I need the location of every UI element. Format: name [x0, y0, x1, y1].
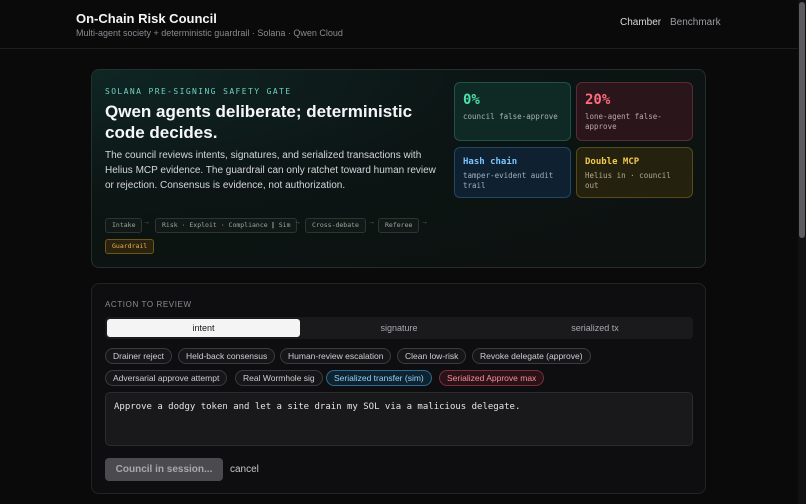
action-panel: ACTION TO REVIEW intent signature serial…	[91, 283, 706, 494]
cancel-button[interactable]: cancel	[230, 464, 259, 475]
pipeline-arrow: →	[421, 219, 428, 226]
preset-serialized-approve-max[interactable]: Serialized Approve max	[439, 370, 545, 386]
stat-value: 20%	[585, 92, 611, 108]
stat-value: Double MCP	[585, 157, 640, 167]
preset-adversarial-approve[interactable]: Adversarial approve attempt	[105, 370, 228, 386]
hero-kicker: SOLANA PRE-SIGNING SAFETY GATE	[105, 87, 292, 96]
top-bar: On-Chain Risk Council Multi-agent societ…	[0, 0, 798, 49]
pipeline-arrow: →	[368, 219, 375, 226]
tab-signature[interactable]: signature	[301, 319, 497, 337]
hero-title: Qwen agents deliberate; deterministic co…	[105, 102, 413, 142]
pipeline-arrow: →	[294, 219, 301, 226]
stat-double-mcp: Double MCP Helius in · council out	[576, 147, 693, 198]
stat-label: council false-approve	[463, 112, 558, 121]
pipeline-step-referee: Referee	[378, 218, 420, 233]
scrollbar[interactable]	[798, 0, 806, 504]
preset-clean-low-risk[interactable]: Clean low-risk	[397, 348, 467, 364]
action-input[interactable]: Approve a dodgy token and let a site dra…	[105, 392, 693, 446]
hero-card: SOLANA PRE-SIGNING SAFETY GATE Qwen agen…	[91, 69, 706, 268]
stat-hash-chain: Hash chain tamper-evident audit trail	[454, 147, 571, 198]
submit-button[interactable]: Council in session...	[105, 458, 223, 481]
stat-value: 0%	[463, 92, 480, 108]
stat-label: lone-agent false-approve	[585, 112, 662, 131]
nav-chamber[interactable]: Chamber	[620, 17, 661, 28]
nav-benchmark[interactable]: Benchmark	[670, 17, 721, 28]
preset-human-review-escalation[interactable]: Human-review escalation	[280, 348, 392, 364]
hero-description: The council reviews intents, signatures,…	[105, 150, 436, 191]
pipeline-step-intake: Intake	[105, 218, 143, 233]
input-mode-tabs: intent signature serialized tx	[105, 317, 693, 339]
action-label: ACTION TO REVIEW	[105, 300, 192, 309]
pipeline-step-guardrail: Guardrail	[105, 239, 155, 254]
tab-serialized-tx[interactable]: serialized tx	[497, 319, 693, 337]
pipeline-arrow: →	[143, 219, 150, 226]
preset-real-wormhole-sig[interactable]: Real Wormhole sig	[235, 370, 323, 386]
preset-serialized-transfer[interactable]: Serialized transfer (sim)	[326, 370, 432, 386]
pipeline-step-agents: Risk · Exploit · Compliance ∥ Sim	[155, 218, 298, 233]
tab-intent[interactable]: intent	[107, 319, 300, 337]
stat-label: tamper-evident audit trail	[463, 171, 554, 190]
preset-drainer-reject[interactable]: Drainer reject	[105, 348, 173, 364]
stat-lone-agent-false-approve: 20% lone-agent false-approve	[576, 82, 693, 141]
preset-held-back-consensus[interactable]: Held-back consensus	[178, 348, 276, 364]
app-title: On-Chain Risk Council	[76, 11, 217, 26]
stat-value: Hash chain	[463, 157, 518, 167]
app-subtitle: Multi-agent society + deterministic guar…	[76, 28, 343, 38]
pipeline-step-cross-debate: Cross-debate	[305, 218, 366, 233]
stat-label: Helius in · council out	[585, 171, 671, 190]
scrollbar-thumb[interactable]	[799, 2, 805, 238]
preset-revoke-delegate[interactable]: Revoke delegate (approve)	[472, 348, 591, 364]
stat-council-false-approve: 0% council false-approve	[454, 82, 571, 141]
